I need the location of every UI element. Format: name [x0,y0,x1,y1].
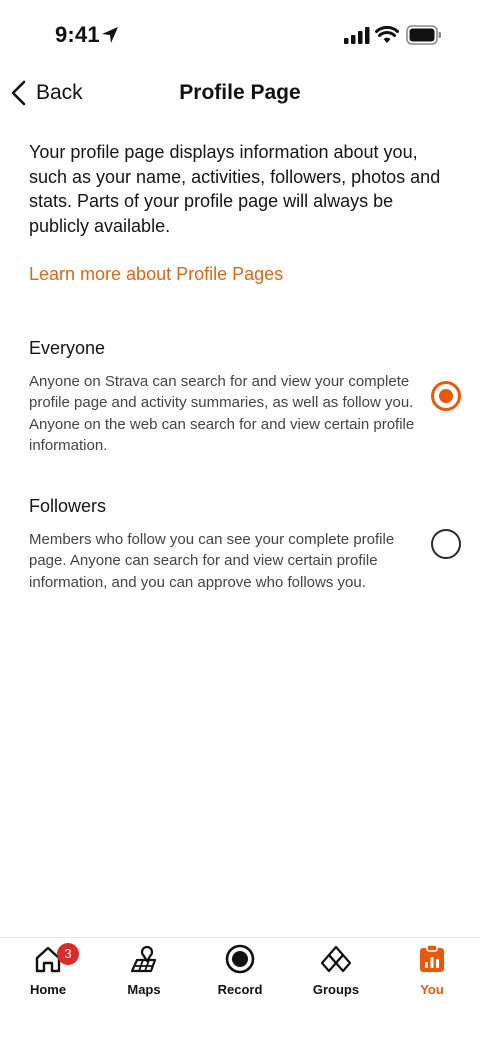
page-title: Profile Page [179,81,301,104]
wifi-icon [375,25,399,43]
tab-label: Groups [312,982,360,997]
option-title: Followers [29,496,107,516]
tab-label: Record [217,982,263,997]
tab-label: You [420,982,444,997]
learn-more-link[interactable]: Learn more about Profile Pages [29,264,283,285]
maps-icon [130,945,157,973]
location-arrow-icon [102,27,118,43]
battery-icon [406,25,441,45]
status-bar: 9:41 [0,0,480,70]
you-icon [420,944,444,972]
tab-maps[interactable]: Maps [96,938,192,1008]
option-followers[interactable]: Followers Members who follow you can see… [29,496,461,593]
tab-home[interactable]: 3 Home [0,938,96,1008]
option-title: Everyone [29,338,106,358]
groups-icon [321,945,351,973]
nav-header: Back Profile Page [0,70,480,116]
radio-followers[interactable] [431,529,461,559]
cellular-signal-icon [344,27,370,44]
option-description: Anyone on Strava can search for and view… [29,373,415,454]
tab-you[interactable]: You [384,938,480,1008]
record-icon [225,944,255,974]
radio-everyone-selected[interactable] [431,381,461,411]
option-description: Members who follow you can see your comp… [29,531,395,591]
tab-label: Home [29,982,67,997]
tab-label: Maps [127,982,161,997]
notification-badge: 3 [57,943,79,965]
option-everyone[interactable]: Everyone Anyone on Strava can search for… [29,338,461,456]
tab-record[interactable]: Record [192,938,288,1008]
status-time: 9:41 [55,22,100,47]
tab-groups[interactable]: Groups [288,938,384,1008]
home-indicator [170,1023,310,1028]
intro-text: Your profile page displays information a… [29,142,441,237]
